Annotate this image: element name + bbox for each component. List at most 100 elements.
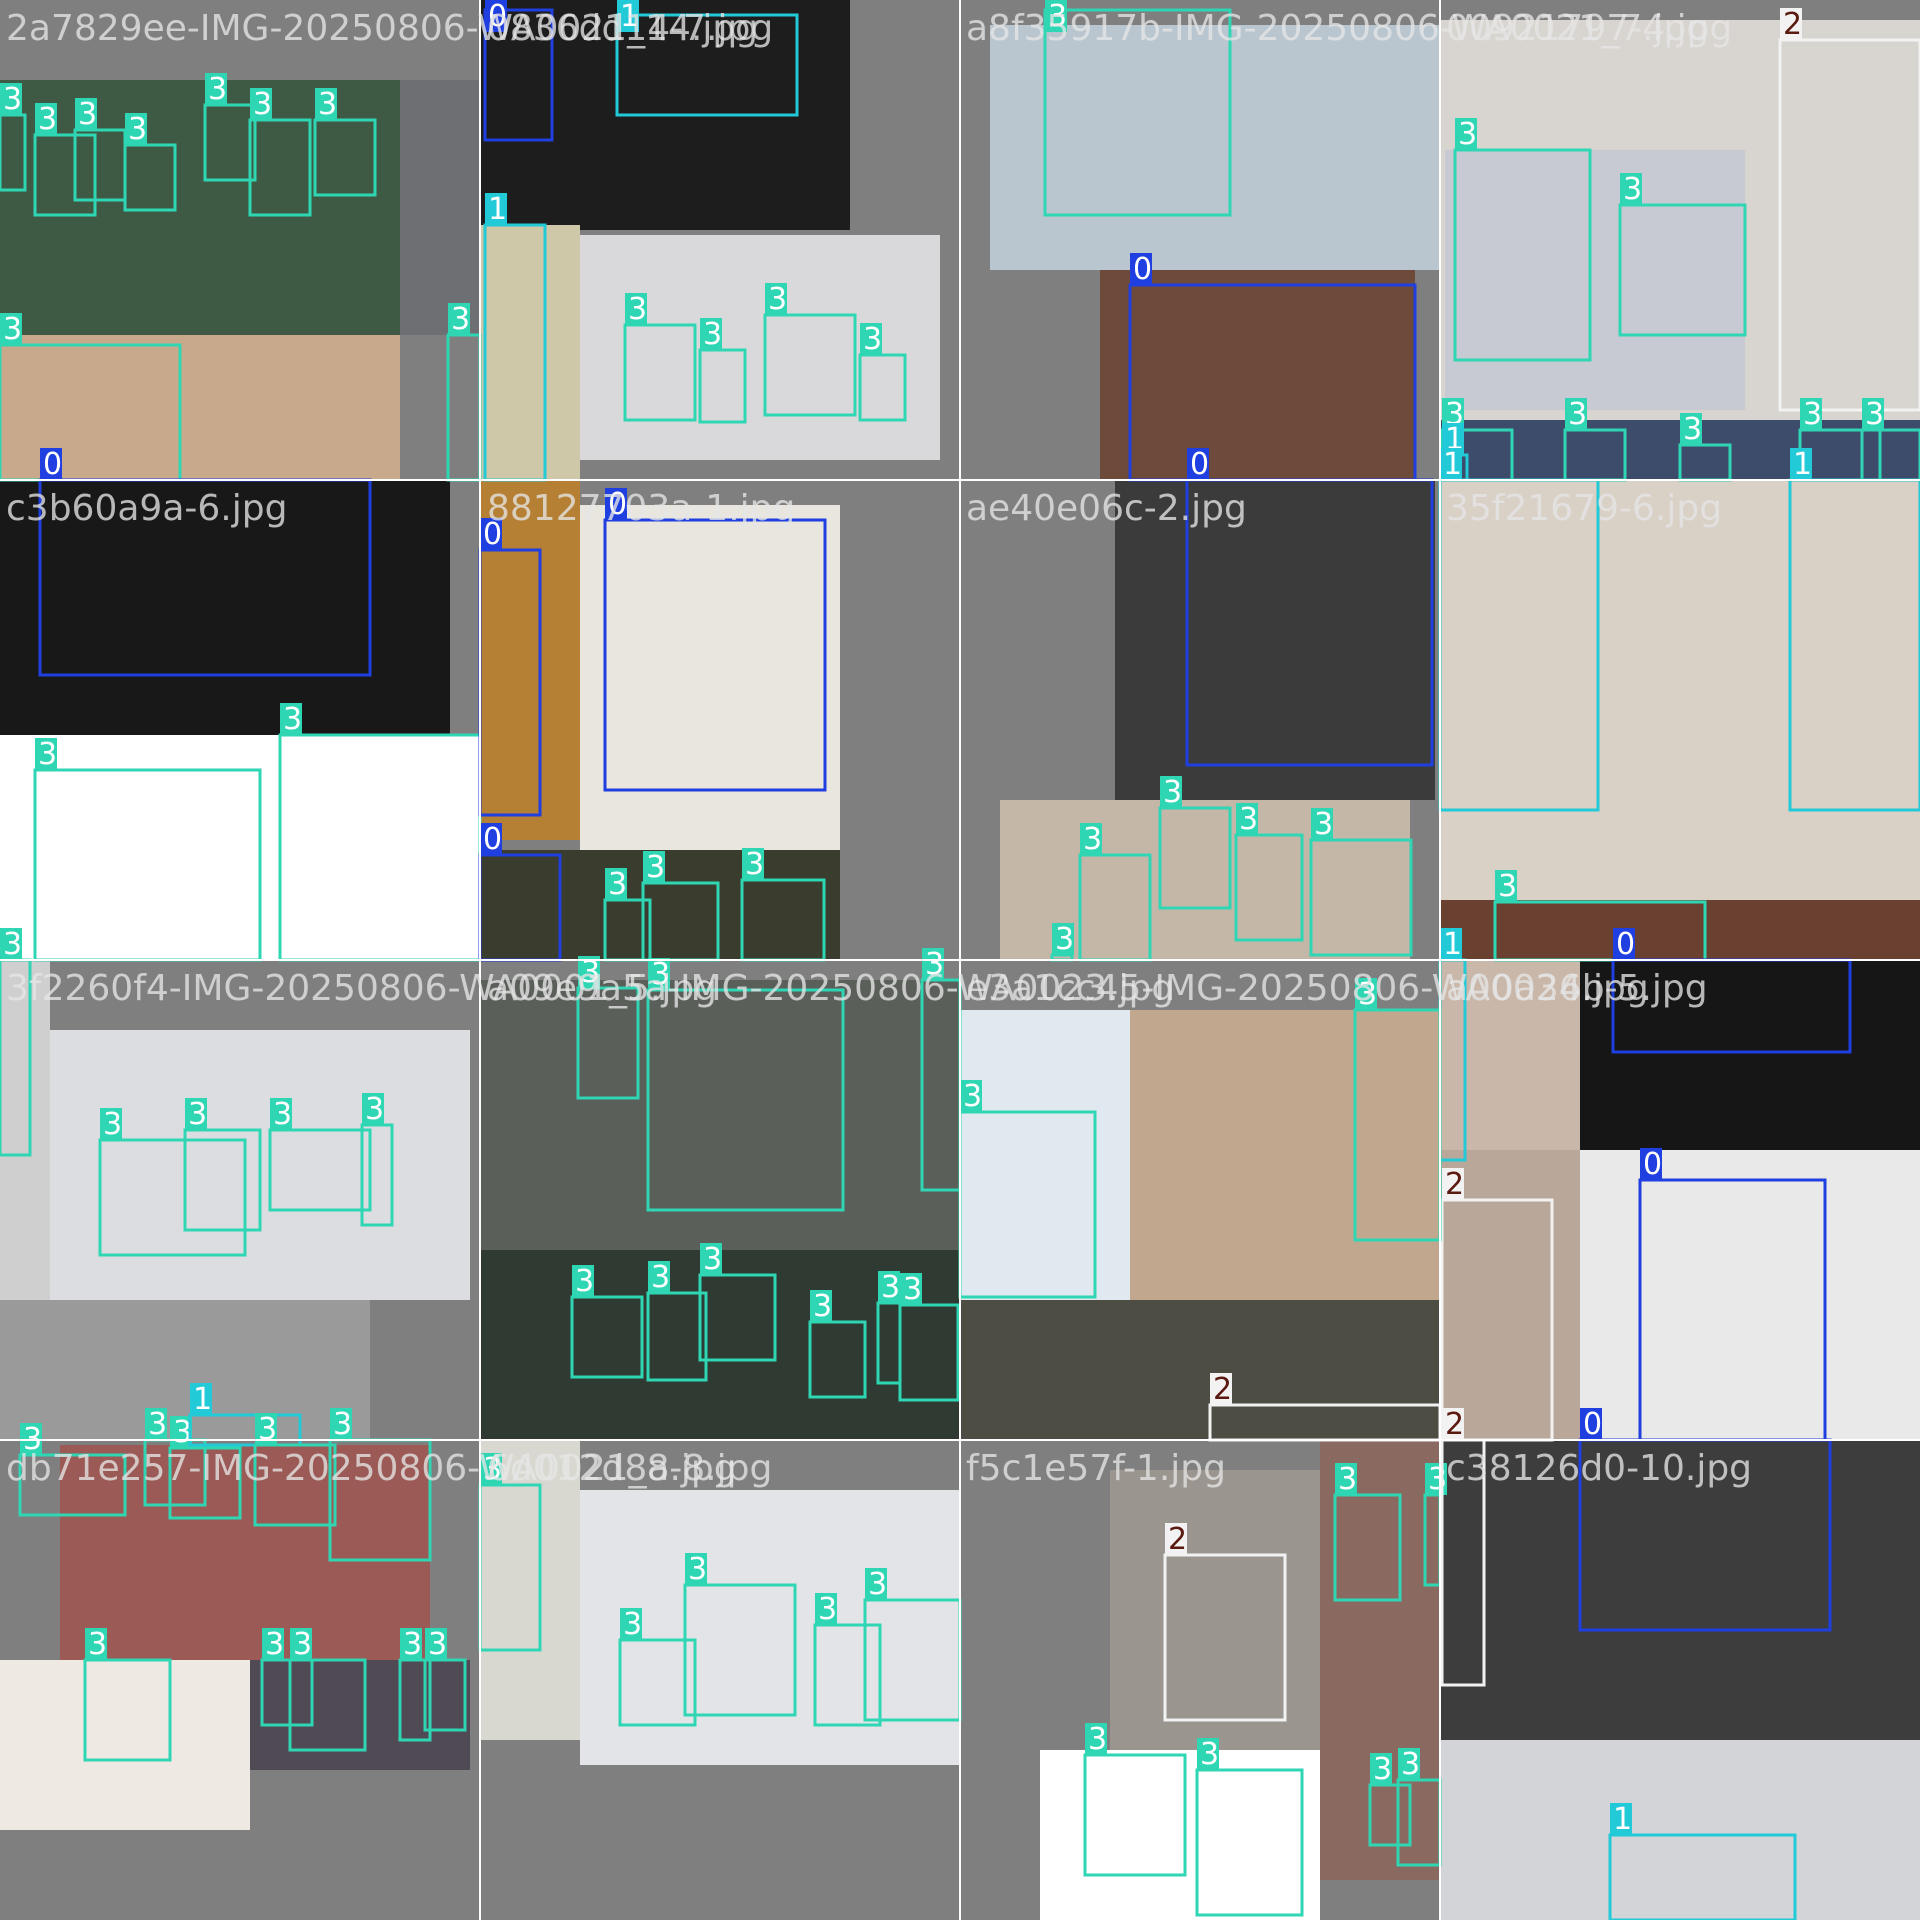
box-label: 3 xyxy=(208,72,227,107)
box-label: 3 xyxy=(1458,117,1477,152)
box-label: 3 xyxy=(1683,412,1702,447)
box-label: 1 xyxy=(1443,447,1462,482)
box-label: 3 xyxy=(3,312,22,347)
box-label: 3 xyxy=(1568,397,1587,432)
box-label: 3 xyxy=(188,1097,207,1132)
tile-title: 0836dd14-7.jpg xyxy=(487,8,773,49)
box-label: 3 xyxy=(646,850,665,885)
box-label: 3 xyxy=(148,1407,167,1442)
box-label: 3 xyxy=(1373,1752,1392,1787)
box-label: 1 xyxy=(193,1382,212,1417)
box-label: 3 xyxy=(333,1407,352,1442)
box-label: 1 xyxy=(1613,1802,1632,1837)
box-label: 3 xyxy=(38,102,57,137)
tile-title: 00921797-4.jpg xyxy=(1446,8,1732,49)
box-label: 3 xyxy=(273,1097,292,1132)
box-label: 3 xyxy=(1428,1462,1447,1497)
box-label: 2 xyxy=(1783,7,1802,42)
box-label: 0 xyxy=(1643,1147,1662,1182)
box-label: 3 xyxy=(265,1627,284,1662)
tile-title: ae40e06c-2.jpg xyxy=(966,488,1247,529)
box-outline xyxy=(446,333,482,482)
tile-title: 6d012d8a-8.jpg xyxy=(487,1448,772,1489)
photo-region xyxy=(960,1300,1440,1440)
box-label: 3 xyxy=(688,1552,707,1587)
box-label: 3 xyxy=(451,302,470,337)
box-label: 3 xyxy=(3,927,22,962)
photo-region xyxy=(1580,1150,1920,1440)
box-label: 3 xyxy=(703,317,722,352)
photo-region xyxy=(580,235,940,460)
box-label: 3 xyxy=(1314,807,1333,842)
box-label: 3 xyxy=(903,1272,922,1307)
photo-region xyxy=(1445,150,1745,410)
box-label: 1 xyxy=(488,192,507,227)
box-label: 0 xyxy=(43,447,62,482)
photo-region xyxy=(990,25,1440,270)
box-label: 3 xyxy=(1088,1722,1107,1757)
box-label: 3 xyxy=(1865,397,1884,432)
box-label: 3 xyxy=(703,1242,722,1277)
tile-title: c38126d0-10.jpg xyxy=(1446,1448,1752,1489)
box-label: 3 xyxy=(1163,775,1182,810)
box-label: 1 xyxy=(1443,927,1462,962)
photo-region xyxy=(1040,1750,1320,1920)
box-label: 3 xyxy=(881,1270,900,1305)
photo-region xyxy=(0,1660,250,1830)
box-label: 3 xyxy=(745,847,764,882)
box-label: 3 xyxy=(608,867,627,902)
box-label: 3 xyxy=(258,1412,277,1447)
photo-region xyxy=(1440,480,1920,900)
photo-region xyxy=(1110,1470,1320,1750)
photo-region xyxy=(960,1010,1130,1300)
photo-region xyxy=(1440,1740,1920,1920)
detection-mosaic: 33 3 33 3 33 30 113333302333 3 3 3 310333000333033… xyxy=(0,0,1920,1920)
photo-region xyxy=(1130,1010,1440,1300)
box-label: 3 xyxy=(813,1289,832,1324)
box-label: 3 xyxy=(428,1627,447,1662)
photo-region xyxy=(1320,1440,1440,1880)
box-label: 3 xyxy=(38,737,57,772)
photo-region xyxy=(0,960,50,1300)
box-label: 3 xyxy=(403,1627,422,1662)
box-label: 3 xyxy=(1200,1737,1219,1772)
photo-region xyxy=(1100,270,1415,480)
box-label: 1 xyxy=(1793,447,1812,482)
tile-title: 88127703a-1.jpg xyxy=(487,488,795,529)
box-label: 0 xyxy=(1583,1407,1602,1442)
photo-region xyxy=(580,505,840,850)
tile-title: f5c1e57f-1.jpg xyxy=(966,1448,1226,1489)
box-label: 3 xyxy=(128,112,147,147)
box-label: 0 xyxy=(1190,447,1209,482)
box-label: 3 xyxy=(318,87,337,122)
box-label: 3 xyxy=(623,1607,642,1642)
box-label: 3 xyxy=(1401,1747,1420,1782)
photo-region xyxy=(250,1660,470,1770)
box-label: 3 xyxy=(818,1592,837,1627)
box-label: 3 xyxy=(1083,822,1102,857)
box-label: 3 xyxy=(78,97,97,132)
box-label: 0 xyxy=(1616,927,1635,962)
box-label: 2 xyxy=(1445,1167,1464,1202)
box-label: 2 xyxy=(1168,1522,1187,1557)
box-label: 3 xyxy=(963,1079,982,1114)
box-label: 3 xyxy=(1498,869,1517,904)
box-label: 3 xyxy=(283,702,302,737)
box-label: 3 xyxy=(863,322,882,357)
box-label: 3 xyxy=(651,1260,670,1295)
box-label: 2 xyxy=(1445,1407,1464,1442)
box-label: 3 xyxy=(1239,802,1258,837)
photo-region xyxy=(480,225,580,480)
box-label: 3 xyxy=(365,1092,384,1127)
box-label: 0 xyxy=(1133,252,1152,287)
box-label: 3 xyxy=(1055,922,1074,957)
photo-region xyxy=(1440,900,1920,960)
box-label: 3 xyxy=(103,1107,122,1142)
tile-title: 35f21679-6.jpg xyxy=(1446,488,1722,529)
box-label: 2 xyxy=(1213,1372,1232,1407)
box-label: 3 xyxy=(575,1264,594,1299)
detection-box: 3 xyxy=(1050,922,1074,962)
box-label: 3 xyxy=(1338,1462,1357,1497)
tile-title: a00a36b-5.jpg xyxy=(1446,968,1708,1009)
box-label: 3 xyxy=(1623,172,1642,207)
